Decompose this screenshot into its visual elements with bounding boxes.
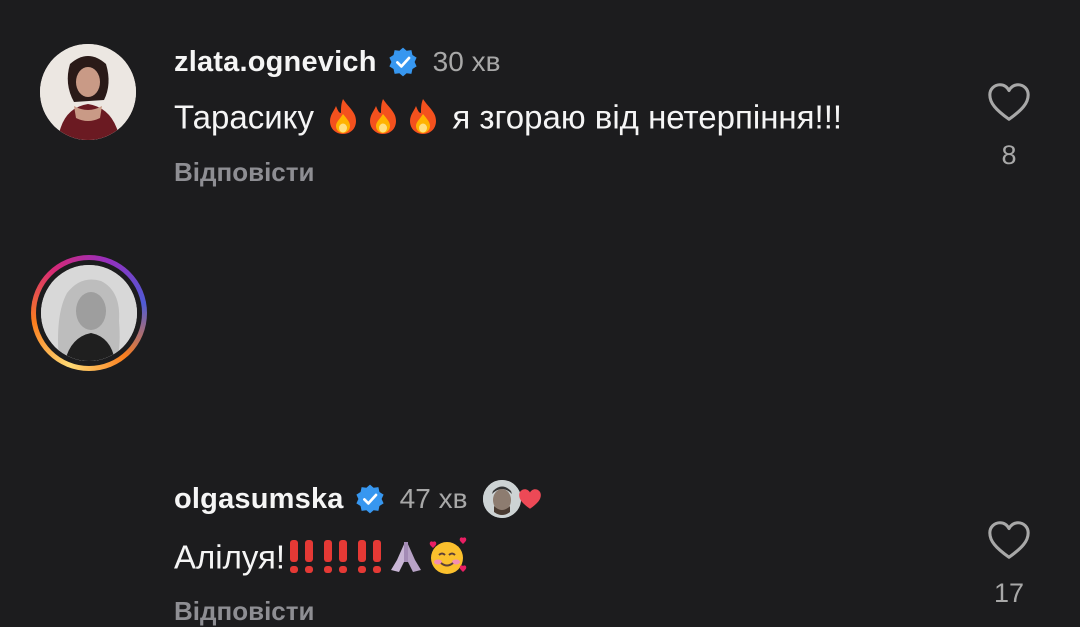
like-count: 8: [1001, 140, 1017, 170]
double-exclamation-emoji: [319, 536, 353, 584]
reply-button[interactable]: Відповісти: [174, 157, 314, 188]
comment-item: olgasumska 47 хв Алілуя! Відповісти 17: [0, 222, 1080, 626]
avatar[interactable]: [41, 265, 137, 361]
username[interactable]: olgasumska: [174, 483, 344, 516]
heart-outline-icon[interactable]: [986, 80, 1032, 124]
folded-hands-emoji: [387, 536, 425, 584]
fire-emoji: [323, 96, 363, 144]
creator-liked: [481, 478, 543, 520]
comment-text-end: я згораю від нетерпіння!!!: [452, 98, 843, 136]
comment-header: olgasumska 47 хв: [174, 478, 543, 520]
comment-time: 30 хв: [432, 46, 501, 77]
reply-button[interactable]: Відповісти: [174, 596, 314, 627]
comment-text-start: Алілуя!: [174, 538, 286, 576]
username[interactable]: zlata.ognevich: [174, 46, 377, 79]
comment-text: Алілуя!: [174, 536, 469, 584]
heart-outline-icon[interactable]: [986, 518, 1032, 562]
comment-header: zlata.ognevich 30 хв: [174, 42, 500, 82]
double-exclamation-emoji: [353, 536, 387, 584]
double-exclamation-emoji: [285, 536, 319, 584]
comment-text-start: Тарасику: [174, 98, 314, 136]
avatar[interactable]: [40, 44, 136, 140]
fire-emoji: [403, 96, 443, 144]
verified-badge-icon: [389, 47, 417, 77]
like-count: 17: [993, 578, 1025, 608]
smiling-face-with-hearts-emoji: [425, 536, 469, 584]
creator-liked-heart-icon: [519, 489, 542, 509]
comment-text: Тарасику я згораю від нетерпіння!!!: [174, 96, 842, 144]
fire-emoji: [363, 96, 403, 144]
comment-item: zlata.ognevich 30 хв Тарасику я згораю в…: [0, 0, 1080, 200]
verified-badge-icon: [356, 484, 384, 514]
comment-time: 47 хв: [399, 483, 468, 514]
